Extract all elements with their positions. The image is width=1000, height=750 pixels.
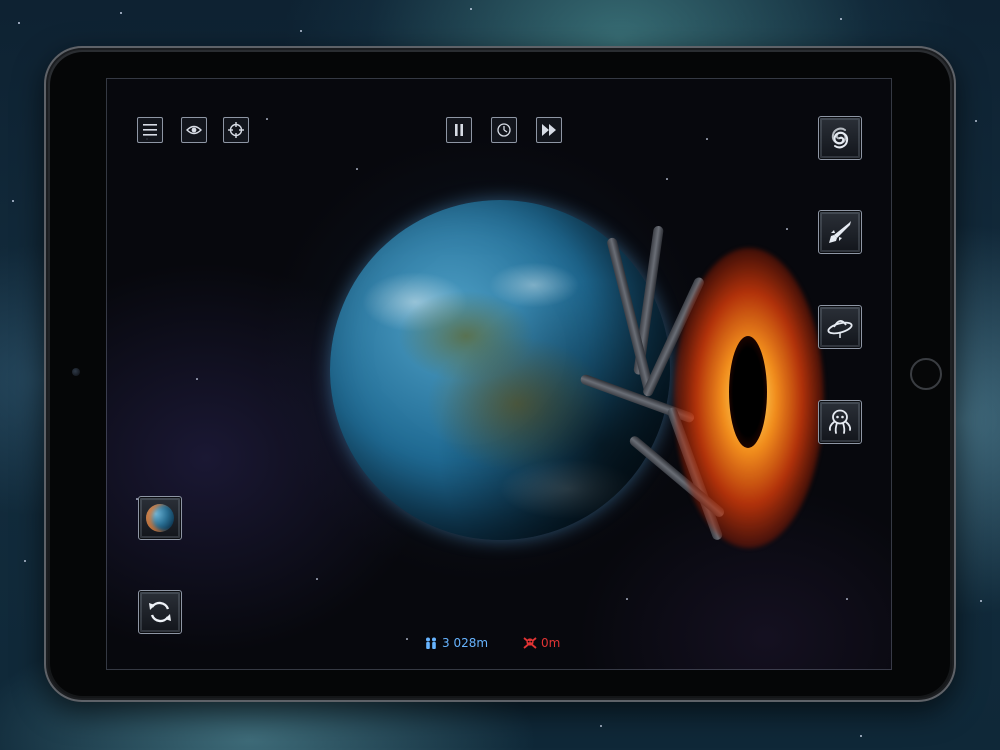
spiral-galaxy-icon	[831, 127, 849, 149]
ufo-weapon-button[interactable]	[818, 305, 862, 349]
pause-icon	[455, 124, 463, 136]
population-value: 3 028m	[442, 636, 489, 650]
planet-thumbnail-icon	[146, 504, 174, 532]
planet-select-button[interactable]	[138, 496, 182, 540]
death-counter: 0m	[523, 634, 560, 652]
tablet-frame: 3 028m 0m	[44, 46, 956, 702]
missile-weapon-button[interactable]	[818, 210, 862, 254]
menu-button[interactable]	[137, 117, 163, 143]
fast-forward-button[interactable]	[536, 117, 562, 143]
ufo-icon	[827, 320, 853, 338]
clock-icon	[497, 123, 511, 137]
fast-forward-icon	[542, 124, 556, 136]
crosshair-icon	[228, 122, 244, 138]
deaths-value: 0m	[541, 636, 561, 650]
front-camera	[72, 368, 80, 376]
monster-weapon-button[interactable]	[818, 400, 862, 444]
population-counter: 3 028m	[424, 634, 488, 652]
pause-button[interactable]	[446, 117, 472, 143]
refresh-icon	[149, 601, 171, 623]
missile-icon	[829, 221, 851, 243]
octopus-icon	[828, 409, 852, 434]
people-icon	[426, 637, 436, 649]
home-button[interactable]	[910, 358, 942, 390]
skull-icon	[523, 637, 537, 649]
rift-portal	[729, 336, 767, 448]
time-speed-button[interactable]	[491, 117, 517, 143]
game-screen[interactable]: 3 028m 0m	[106, 78, 892, 670]
hamburger-menu-icon	[143, 124, 157, 136]
eye-icon	[186, 125, 202, 135]
target-button[interactable]	[223, 117, 249, 143]
view-button[interactable]	[181, 117, 207, 143]
reset-button[interactable]	[138, 590, 182, 634]
black-hole-weapon-button[interactable]	[818, 116, 862, 160]
